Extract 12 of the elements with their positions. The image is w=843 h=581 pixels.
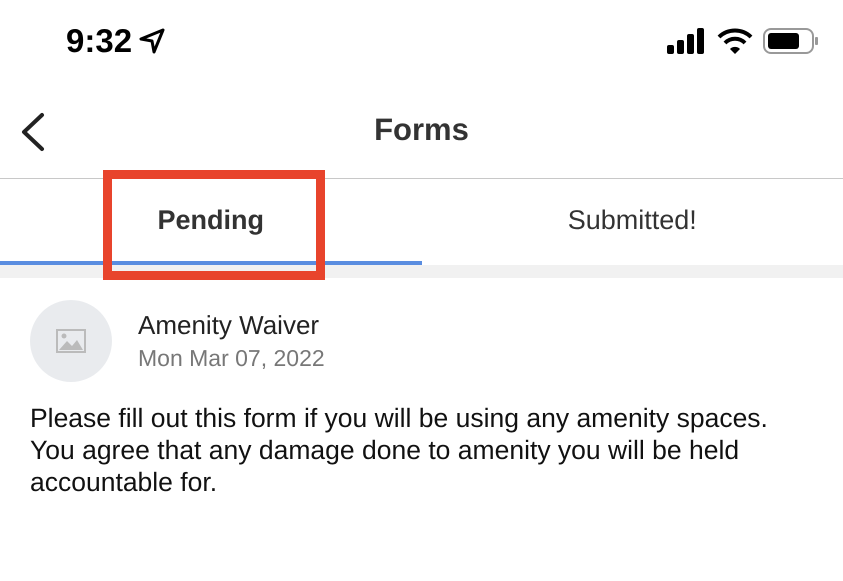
- tab[interactable]: Pending: [0, 179, 422, 265]
- form-name[interactable]: Amenity Waiver: [138, 310, 325, 341]
- status-time: 9:32: [66, 22, 132, 60]
- wifi-icon: [717, 28, 753, 54]
- form-date: Mon Mar 07, 2022: [138, 345, 325, 372]
- signal-icon: [667, 28, 707, 54]
- location-arrow-icon: [138, 27, 166, 55]
- form-description: Please fill out this form if you will be using any amenity spaces. You agree that any damage done to amenity you will be held accountable for.: [29, 402, 769, 499]
- battery-icon: [763, 28, 819, 54]
- tab[interactable]: Submitted!: [422, 179, 843, 265]
- image-icon: [56, 329, 86, 353]
- screen-title: Forms: [374, 112, 469, 148]
